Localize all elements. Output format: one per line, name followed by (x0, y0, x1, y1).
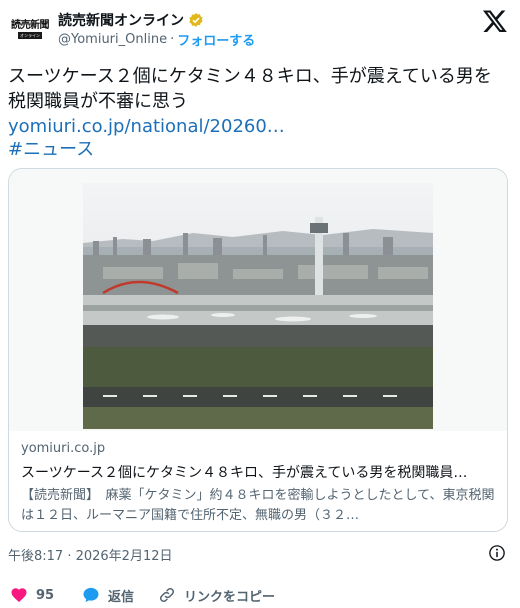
heart-icon (10, 586, 28, 604)
copy-link-label: リンクをコピー (184, 589, 276, 605)
handle[interactable]: @Yomiuri_Online (58, 32, 167, 47)
airport-photo (83, 183, 433, 429)
copy-link-button[interactable]: リンクをコピー (158, 584, 275, 606)
avatar-logo-sub: オンライン (18, 32, 42, 39)
tweet-timestamp[interactable]: 午後8:17 · 2026年2月12日 (8, 545, 173, 564)
card-domain: yomiuri.co.jp (21, 441, 106, 456)
card-description: 【読売新聞】 麻薬「ケタミン」約４８キロを密輸しようとしたとして、東京税関は１２… (21, 488, 495, 523)
display-name[interactable]: 読売新聞オンライン (58, 10, 184, 30)
handle-separator: · (170, 31, 175, 47)
like-button[interactable]: 95 (10, 584, 54, 606)
tweet-actions: 95 返信 リンクをコピー (0, 584, 520, 606)
x-logo-icon[interactable] (482, 8, 508, 34)
card-title: スーツケース２個にケタミン４８キロ、手が震えている男を税関職員… (21, 465, 468, 481)
card-body[interactable]: yomiuri.co.jp スーツケース２個にケタミン４８キロ、手が震えている男… (9, 431, 507, 531)
tweet-text: スーツケース２個にケタミン４８キロ、手が震えている男を税関職員が不審に思う (8, 66, 492, 112)
reply-button[interactable]: 返信 (82, 584, 134, 606)
link-icon (158, 586, 176, 604)
tweet-hashtag[interactable]: #ニュース (8, 137, 94, 162)
tweet-header: 読売新聞 オンライン 読売新聞オンライン @Yomiuri_Online · フ… (0, 0, 520, 56)
info-icon[interactable] (488, 544, 506, 562)
name-row: 読売新聞オンライン (58, 10, 204, 30)
like-count: 95 (36, 587, 55, 603)
reply-label: 返信 (108, 589, 135, 605)
link-card[interactable]: yomiuri.co.jp スーツケース２個にケタミン４８キロ、手が震えている男… (8, 168, 508, 532)
tweet-link[interactable]: yomiuri.co.jp/national/20260… (8, 114, 285, 139)
verified-badge-icon (188, 12, 204, 28)
avatar-logo-text: 読売新聞 (11, 20, 50, 31)
card-image[interactable] (9, 169, 507, 431)
reply-bubble-icon (82, 586, 100, 604)
follow-button[interactable]: フォローする (177, 30, 255, 49)
handle-row: @Yomiuri_Online · フォローする (58, 30, 255, 49)
avatar[interactable]: 読売新聞 オンライン (8, 12, 52, 46)
